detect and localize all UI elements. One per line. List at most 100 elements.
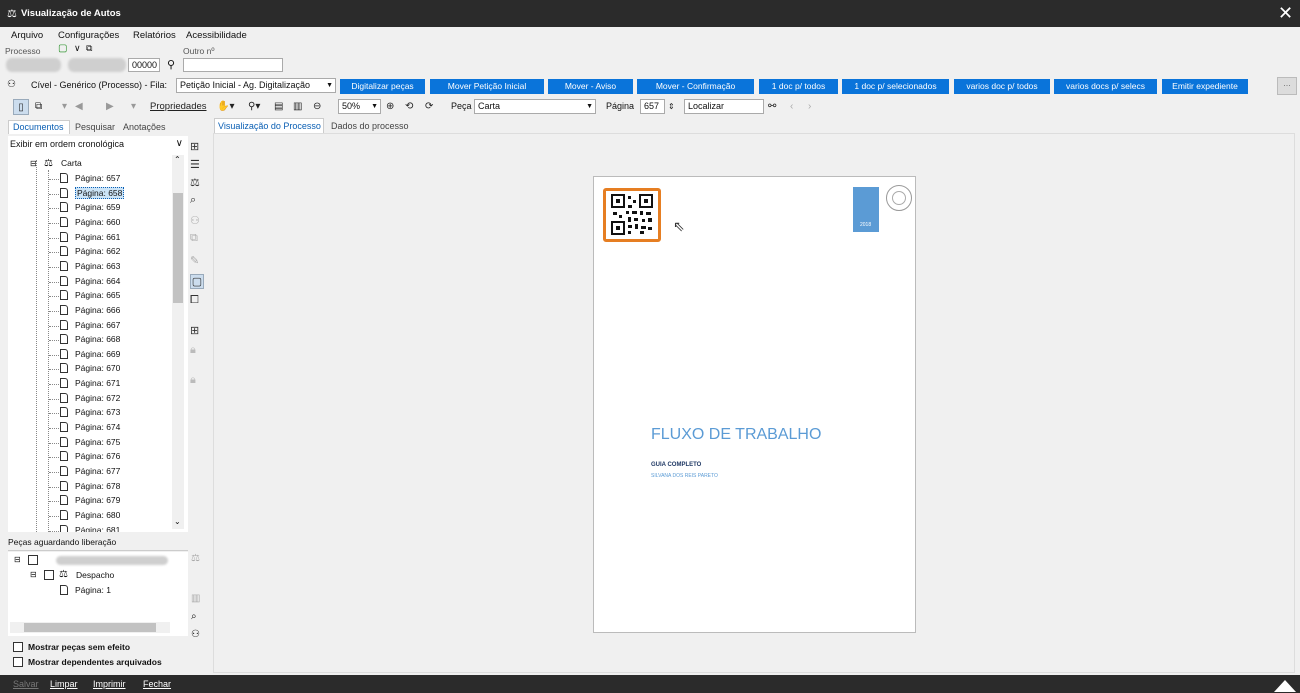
print-button[interactable]: Imprimir	[93, 679, 126, 689]
tab-anotacoes[interactable]: Anotações	[123, 122, 166, 132]
close-button[interactable]: Fechar	[143, 679, 171, 689]
tree-scrollbar[interactable]: ⌃ ⌄	[172, 155, 184, 529]
pending-doc[interactable]: Despacho	[76, 570, 114, 580]
new-document-icon[interactable]: ▢	[58, 43, 67, 54]
mover-confirmacao-button[interactable]: Mover - Confirmação	[637, 79, 754, 94]
split-icon[interactable]: ⧠	[190, 294, 199, 307]
fit-width-icon[interactable]: ▤	[274, 99, 283, 115]
tree-page-item[interactable]: Página: 663	[60, 260, 120, 273]
tree-page-item[interactable]: Página: 661	[60, 231, 120, 244]
tree-page-item[interactable]: Página: 680	[60, 509, 120, 522]
menu-configuracoes[interactable]: Configurações	[58, 30, 119, 41]
tree-page-item[interactable]: Página: 678	[60, 480, 120, 493]
tree-page-item[interactable]: Página: 662	[60, 245, 120, 258]
clear-button[interactable]: Limpar	[50, 679, 78, 689]
collapse-icon[interactable]: ⊟	[30, 157, 37, 170]
piece-select[interactable]: Carta ▼	[474, 99, 596, 114]
tab-dados-processo[interactable]: Dados do processo	[331, 121, 409, 131]
page-input[interactable]: 657	[640, 99, 665, 114]
zoom-icon[interactable]: ⚲▾	[248, 99, 260, 115]
h-scrollbar[interactable]	[10, 622, 170, 633]
digitalizar-pecas-button[interactable]: Digitalizar peças	[340, 79, 425, 94]
tree-page-item[interactable]: Página: 670	[60, 362, 120, 375]
tree-page-item[interactable]: Página: 657	[60, 172, 120, 185]
find-input[interactable]: Localizar	[684, 99, 764, 114]
tree-page-item[interactable]: Página: 675	[60, 436, 120, 449]
menu-relatorios[interactable]: Relatórios	[133, 30, 176, 41]
stamp-icon[interactable]: ⚖	[191, 553, 200, 564]
one-doc-all-button[interactable]: 1 doc p/ todos	[759, 79, 838, 94]
tree-page-item[interactable]: Página: 668	[60, 333, 120, 346]
scroll-down-icon[interactable]: ⌄	[174, 517, 181, 526]
despacho-checkbox[interactable]	[44, 570, 59, 580]
search-doc-icon[interactable]: ⌕	[191, 611, 197, 622]
copy-icon[interactable]: ⧉	[190, 232, 198, 245]
search-icon[interactable]: ⚲	[167, 58, 175, 71]
scroll-thumb[interactable]	[173, 193, 183, 303]
one-doc-selected-button[interactable]: 1 doc p/ selecionados	[842, 79, 949, 94]
pending-checkbox[interactable]	[28, 555, 43, 565]
tree-icon[interactable]: ⊞	[190, 140, 199, 153]
mover-aviso-button[interactable]: Mover - Aviso	[548, 79, 633, 94]
dropdown-icon[interactable]: ▾	[62, 99, 67, 115]
tree-page-item[interactable]: Página: 674	[60, 421, 120, 434]
edit-icon[interactable]: ✎	[190, 254, 199, 267]
many-docs-selected-button[interactable]: varios docs p/ selecs	[1054, 79, 1157, 94]
tree-page-item[interactable]: Página: 677	[60, 465, 120, 478]
chevron-down-icon[interactable]: ∨	[74, 43, 81, 54]
copy-icon[interactable]: ⧉	[86, 43, 92, 54]
mover-peticao-inicial-button[interactable]: Mover Petição Inicial	[430, 79, 544, 94]
multi-page-icon[interactable]: ⧉	[35, 99, 42, 115]
tree-page-item[interactable]: Página: 667	[60, 319, 120, 332]
tree-page-item[interactable]: Página: 671	[60, 377, 120, 390]
close-icon[interactable]: ✕	[1278, 3, 1293, 24]
trash-icon[interactable]: ▥	[191, 593, 200, 604]
properties-button[interactable]: Propriedades	[150, 99, 207, 115]
show-archived-checkbox[interactable]: Mostrar dependentes arquivados	[13, 657, 162, 667]
frame-icon[interactable]: ▢	[190, 274, 204, 289]
next-page-icon[interactable]: ▶	[106, 99, 114, 115]
fit-page-icon[interactable]: ▥	[293, 99, 302, 115]
tree-page-item[interactable]: Página: 660	[60, 216, 120, 229]
tab-documentos[interactable]: Documentos	[8, 120, 70, 134]
tab-pesquisar[interactable]: Pesquisar	[75, 122, 115, 132]
hand-tool-icon[interactable]: ✋▾	[217, 99, 234, 115]
tab-visualizacao[interactable]: Visualização do Processo	[214, 118, 324, 133]
search-doc-icon[interactable]: ⌕	[190, 194, 196, 207]
tree-page-item[interactable]: Página: 672	[60, 392, 120, 405]
pending-page[interactable]: Página: 1	[60, 585, 111, 595]
collapse-icon[interactable]: ⊟	[14, 555, 21, 564]
tree-page-item[interactable]: Página: 665	[60, 289, 120, 302]
add-icon[interactable]: ⊞	[190, 324, 199, 337]
users-icon[interactable]: ⚇	[191, 629, 200, 640]
tree-page-item[interactable]: Página: 664	[60, 275, 120, 288]
find-prev-icon[interactable]: ‹	[790, 99, 793, 115]
zoom-select[interactable]: 50% ▼	[338, 99, 381, 114]
list-icon[interactable]: ☰	[190, 158, 200, 171]
qr-code[interactable]	[603, 188, 661, 242]
prev-page-icon[interactable]: ◀	[75, 99, 83, 115]
order-select[interactable]: Exibir em ordem cronológica ∨	[10, 138, 185, 153]
find-next-icon[interactable]: ›	[808, 99, 811, 115]
zoom-in-icon[interactable]: ⊕	[386, 99, 394, 115]
other-number-input[interactable]	[183, 58, 283, 72]
process-number-suffix[interactable]: 00000	[128, 58, 160, 72]
lock-icon-2[interactable]: 🔒︎	[190, 374, 196, 387]
lock-icon[interactable]: 🔒︎	[190, 344, 196, 357]
show-no-effect-checkbox[interactable]: Mostrar peças sem efeito	[13, 642, 130, 652]
tree-page-item[interactable]: Página: 666	[60, 304, 120, 317]
binoculars-icon[interactable]: ⚯	[768, 99, 776, 115]
page-stepper-icon[interactable]: ⇕	[668, 99, 675, 115]
more-button[interactable]: ...	[1277, 77, 1297, 95]
tree-page-item[interactable]: Página: 681	[60, 524, 120, 532]
save-button[interactable]: Salvar	[13, 679, 39, 689]
menu-arquivo[interactable]: Arquivo	[11, 30, 43, 41]
resize-grip-icon[interactable]	[1274, 680, 1296, 692]
stamp-icon[interactable]: ⚖	[190, 176, 200, 189]
h-scroll-thumb[interactable]	[24, 623, 156, 632]
users-icon[interactable]: ⚇	[190, 214, 200, 227]
queue-select[interactable]: Petição Inicial - Ag. Digitalização ▼	[176, 78, 336, 93]
tree-page-item[interactable]: Página: 669	[60, 348, 120, 361]
tree-page-item[interactable]: Página: 679	[60, 494, 120, 507]
rotate-right-icon[interactable]: ⟳	[425, 99, 433, 115]
